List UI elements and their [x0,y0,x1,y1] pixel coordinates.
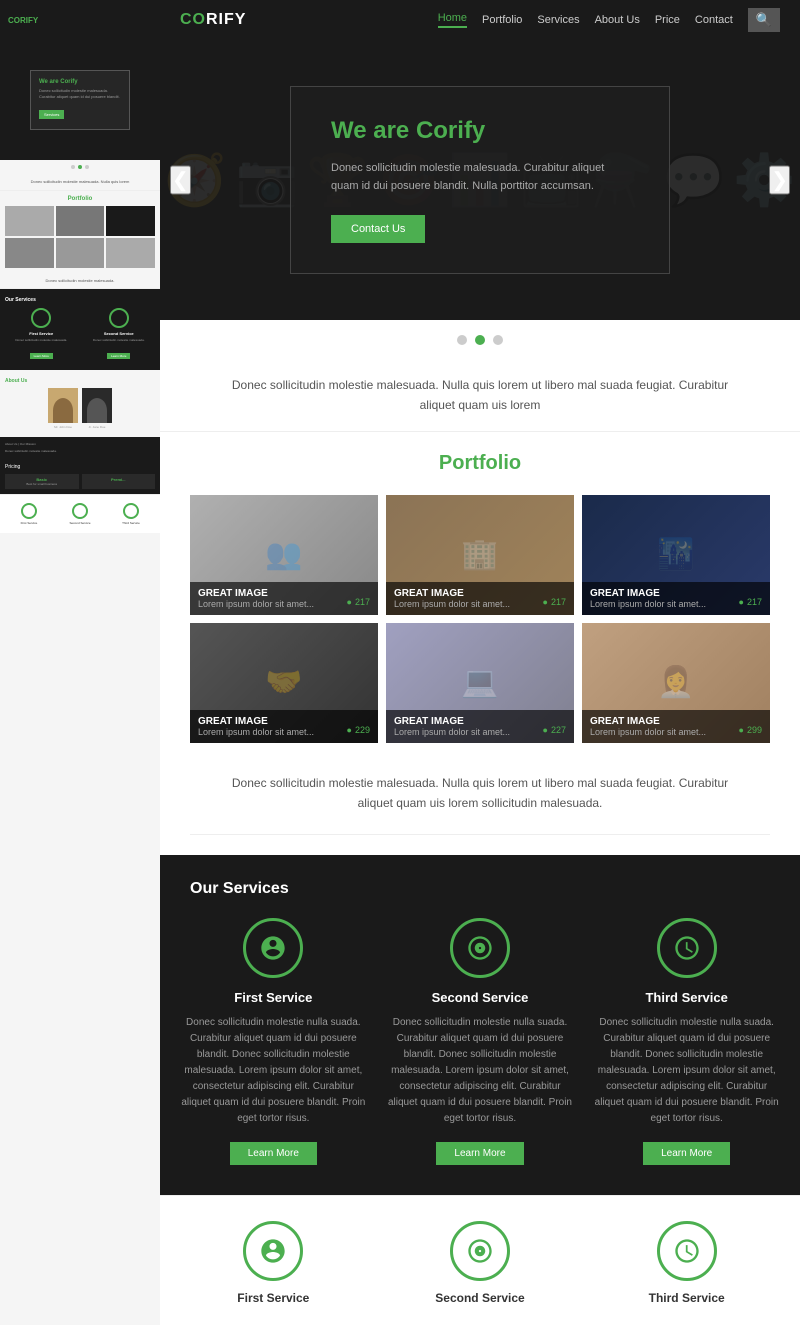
hero-card: We are Corify Donec sollicitudin molesti… [290,86,670,274]
portfolio-item-4-title: GREAT IMAGE [198,716,370,727]
portfolio-item-2-sub: Lorem ipsum dolor sit amet... [394,599,566,609]
strip-logo: CORIFY [8,16,38,25]
service-1-name: First Service [180,990,367,1005]
portfolio-title: Portfolio [190,452,770,475]
portfolio-item-1-count: ●217 [347,597,370,607]
strip-about: About Us Mr. John Doe Jr. Jane Doe [0,370,160,437]
service-1-icon [243,918,303,978]
service-white-1-icon [243,1221,303,1281]
hero-prev-button[interactable]: ❮ [170,166,191,195]
services-white-section: First Service Second Service [160,1195,800,1325]
strip-services-dark: Our Services First Service Donec sollici… [0,289,160,370]
hero-text: Donec sollicitudin molestie malesuada. C… [331,160,629,195]
strip-intro: Donec sollicitudin molestie malesuada. N… [0,174,160,191]
service-2-desc: Donec sollicitudin molestie nulla suada.… [387,1015,574,1127]
portfolio-item-4-sub: Lorem ipsum dolor sit amet... [198,727,370,737]
service-1-desc: Donec sollicitudin molestie nulla suada.… [180,1015,367,1127]
thumbnail-strip: CORIFY We are Corify Donec sollicitudin … [0,0,160,1325]
portfolio-item-2[interactable]: 🏢 GREAT IMAGE Lorem ipsum dolor sit amet… [386,495,574,615]
strip-services-white: First Service Second Service Third Servi… [0,494,160,533]
service-2-btn[interactable]: Learn More [436,1142,523,1165]
nav-portfolio[interactable]: Portfolio [482,14,522,26]
hero-title: We are Corify [331,117,629,145]
nav-price[interactable]: Price [655,14,680,26]
service-card-1: First Service Donec sollicitudin molesti… [180,918,367,1165]
nav-home[interactable]: Home [438,12,467,28]
service-white-2-icon [450,1221,510,1281]
service-white-card-1: First Service [180,1221,367,1305]
portfolio-item-1-sub: Lorem ipsum dolor sit amet... [198,599,370,609]
service-white-2-name: Second Service [387,1291,574,1305]
portfolio-item-5-count: ●227 [543,725,566,735]
main-nav: Home Portfolio Services About Us Price C… [438,8,780,32]
portfolio-item-3-count: ●217 [739,597,762,607]
portfolio-item-5[interactable]: 💻 GREAT IMAGE Lorem ipsum dolor sit amet… [386,623,574,743]
portfolio-grid: 👥 GREAT IMAGE Lorem ipsum dolor sit amet… [190,495,770,743]
nav-contact[interactable]: Contact [695,14,733,26]
main-content: CORIFY Home Portfolio Services About Us … [160,0,800,1325]
strip-hero: We are Corify Donec sollicitudin molesti… [0,40,160,160]
portfolio-item-6-count: ●299 [739,725,762,735]
service-white-card-3: Third Service [593,1221,780,1305]
service-3-name: Third Service [593,990,780,1005]
portfolio-item-6-title: GREAT IMAGE [590,716,762,727]
services-white-grid: First Service Second Service [180,1221,780,1305]
service-white-3-name: Third Service [593,1291,780,1305]
portfolio-item-1[interactable]: 👥 GREAT IMAGE Lorem ipsum dolor sit amet… [190,495,378,615]
dot-3[interactable] [493,335,503,345]
service-2-icon [450,918,510,978]
service-3-btn[interactable]: Learn More [643,1142,730,1165]
services-title: Our Services [180,880,780,898]
portfolio-item-3-sub: Lorem ipsum dolor sit amet... [590,599,762,609]
nav-about[interactable]: About Us [595,14,640,26]
portfolio-item-3[interactable]: 🌃 GREAT IMAGE Lorem ipsum dolor sit amet… [582,495,770,615]
portfolio-item-3-title: GREAT IMAGE [590,588,762,599]
site-logo: CORIFY [180,11,246,29]
portfolio-item-2-count: ●217 [543,597,566,607]
strip-portfolio: Portfolio [0,191,160,273]
service-3-icon [657,918,717,978]
dot-1[interactable] [457,335,467,345]
service-card-2: Second Service Donec sollicitudin molest… [387,918,574,1165]
service-3-desc: Donec sollicitudin molestie nulla suada.… [593,1015,780,1127]
strip-dots [0,160,160,174]
strip-footer: About Us | Our Mission Donec sollicitudi… [0,437,160,458]
portfolio-item-4-count: ●229 [347,725,370,735]
portfolio-outro: Donec sollicitudin molestie malesuada. N… [190,763,770,835]
hero-dots [160,320,800,360]
dot-2[interactable] [475,335,485,345]
strip-portfolio-outro: Donec sollicitudin molestie malesuada. [0,273,160,289]
portfolio-item-5-sub: Lorem ipsum dolor sit amet... [394,727,566,737]
intro-text: Donec sollicitudin molestie malesuada. N… [160,360,800,432]
portfolio-item-6[interactable]: 👩‍💼 GREAT IMAGE Lorem ipsum dolor sit am… [582,623,770,743]
strip-pricing: Pricing Basic Best for small business Pr… [0,459,160,494]
portfolio-item-4[interactable]: 🤝 GREAT IMAGE Lorem ipsum dolor sit amet… [190,623,378,743]
service-1-btn[interactable]: Learn More [230,1142,317,1165]
portfolio-item-1-title: GREAT IMAGE [198,588,370,599]
portfolio-item-6-sub: Lorem ipsum dolor sit amet... [590,727,762,737]
nav-services[interactable]: Services [537,14,579,26]
service-white-1-name: First Service [180,1291,367,1305]
services-grid: First Service Donec sollicitudin molesti… [180,918,780,1165]
service-white-3-icon [657,1221,717,1281]
strip-header: CORIFY [0,0,160,40]
services-section: Our Services First Service Donec sollici… [160,855,800,1195]
portfolio-item-2-title: GREAT IMAGE [394,588,566,599]
service-white-card-2: Second Service [387,1221,574,1305]
portfolio-item-5-title: GREAT IMAGE [394,716,566,727]
hero-cta-button[interactable]: Contact Us [331,215,425,243]
service-2-name: Second Service [387,990,574,1005]
hero-next-button[interactable]: ❯ [769,166,790,195]
service-card-3: Third Service Donec sollicitudin molesti… [593,918,780,1165]
hero-section: 🧭📷🏆 🎯📊📺 ⚗️💬⚙️ ❮ We are Corify Donec soll… [160,40,800,320]
search-icon[interactable]: 🔍 [748,8,780,32]
portfolio-section: Portfolio 👥 GREAT IMAGE Lorem ipsum dolo… [160,432,800,855]
site-header: CORIFY Home Portfolio Services About Us … [160,0,800,40]
